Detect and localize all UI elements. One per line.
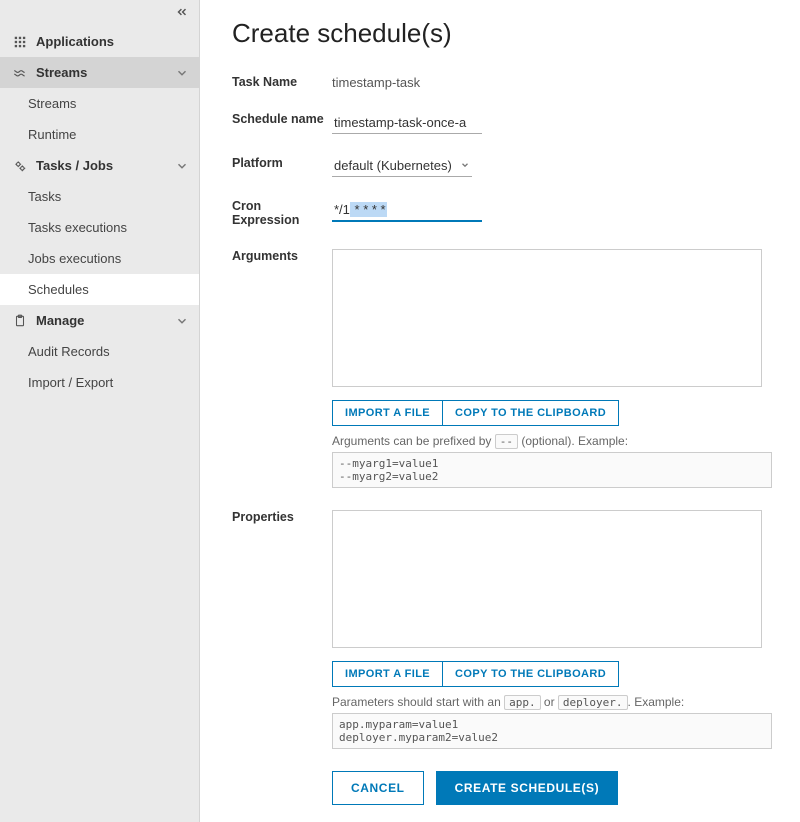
arguments-help-code: -- (495, 434, 518, 449)
page-title: Create schedule(s) (232, 18, 772, 49)
chevron-down-icon (175, 159, 189, 173)
cron-text-selected: * * * * (350, 202, 387, 217)
sidebar-sub-tasks-executions[interactable]: Tasks executions (0, 212, 199, 243)
arguments-example: --myarg1=value1 --myarg2=value2 (332, 452, 772, 488)
sidebar-sub-schedules[interactable]: Schedules (0, 274, 199, 305)
chevron-down-icon (175, 314, 189, 328)
arguments-textarea[interactable] (332, 249, 762, 387)
properties-help-pre: Parameters should start with an (332, 695, 504, 709)
arguments-label: Arguments (232, 245, 332, 263)
cron-expression-input[interactable]: */1 * * * * (332, 199, 482, 222)
double-chevron-left-icon (175, 5, 189, 22)
sidebar: Applications Streams Streams Runtime Tas… (0, 0, 200, 822)
sidebar-item-applications[interactable]: Applications (0, 26, 199, 57)
properties-helper: Parameters should start with an app. or … (332, 695, 772, 749)
schedule-name-label: Schedule name (232, 108, 332, 126)
sidebar-sub-jobs-executions[interactable]: Jobs executions (0, 243, 199, 274)
platform-label: Platform (232, 152, 332, 170)
properties-textarea[interactable] (332, 510, 762, 648)
arguments-import-button[interactable]: IMPORT A FILE (332, 400, 443, 426)
sidebar-sub-audit-records[interactable]: Audit Records (0, 336, 199, 367)
cancel-button[interactable]: CANCEL (332, 771, 424, 805)
sidebar-sub-import-export[interactable]: Import / Export (0, 367, 199, 398)
clipboard-icon (12, 314, 28, 328)
chevron-down-icon (460, 158, 470, 173)
cron-label: Cron Expression (232, 195, 332, 227)
sidebar-item-tasks-jobs[interactable]: Tasks / Jobs (0, 150, 199, 181)
sidebar-item-label: Streams (36, 65, 87, 80)
sidebar-sub-streams[interactable]: Streams (0, 88, 199, 119)
schedule-name-input[interactable] (332, 112, 482, 134)
arguments-help-pre: Arguments can be prefixed by (332, 434, 495, 448)
task-name-label: Task Name (232, 71, 332, 89)
sidebar-item-label: Manage (36, 313, 84, 328)
properties-copy-button[interactable]: COPY TO THE CLIPBOARD (443, 661, 619, 687)
arguments-helper: Arguments can be prefixed by -- (optiona… (332, 434, 772, 488)
sidebar-sub-runtime[interactable]: Runtime (0, 119, 199, 150)
waves-icon (12, 66, 28, 80)
platform-select-value: default (Kubernetes) (334, 158, 452, 173)
arguments-help-post: (optional). Example: (518, 434, 628, 448)
sidebar-sub-tasks[interactable]: Tasks (0, 181, 199, 212)
platform-select[interactable]: default (Kubernetes) (332, 156, 472, 177)
sidebar-item-streams[interactable]: Streams (0, 57, 199, 88)
properties-help-code1: app. (504, 695, 541, 710)
task-name-value: timestamp-task (332, 71, 772, 90)
properties-import-button[interactable]: IMPORT A FILE (332, 661, 443, 687)
properties-help-code2: deployer. (558, 695, 628, 710)
properties-help-post: . Example: (628, 695, 685, 709)
sidebar-collapse-button[interactable] (0, 0, 199, 26)
main-content: Create schedule(s) Task Name timestamp-t… (200, 0, 800, 822)
create-schedule-button[interactable]: CREATE SCHEDULE(S) (436, 771, 619, 805)
sidebar-item-label: Applications (36, 34, 114, 49)
cron-text-prefix: */1 (334, 202, 350, 217)
grid-icon (12, 35, 28, 49)
gears-icon (12, 159, 28, 173)
arguments-copy-button[interactable]: COPY TO THE CLIPBOARD (443, 400, 619, 426)
properties-help-mid: or (541, 695, 558, 709)
sidebar-item-label: Tasks / Jobs (36, 158, 113, 173)
properties-example: app.myparam=value1 deployer.myparam2=val… (332, 713, 772, 749)
chevron-down-icon (175, 66, 189, 80)
properties-label: Properties (232, 506, 332, 524)
sidebar-item-manage[interactable]: Manage (0, 305, 199, 336)
